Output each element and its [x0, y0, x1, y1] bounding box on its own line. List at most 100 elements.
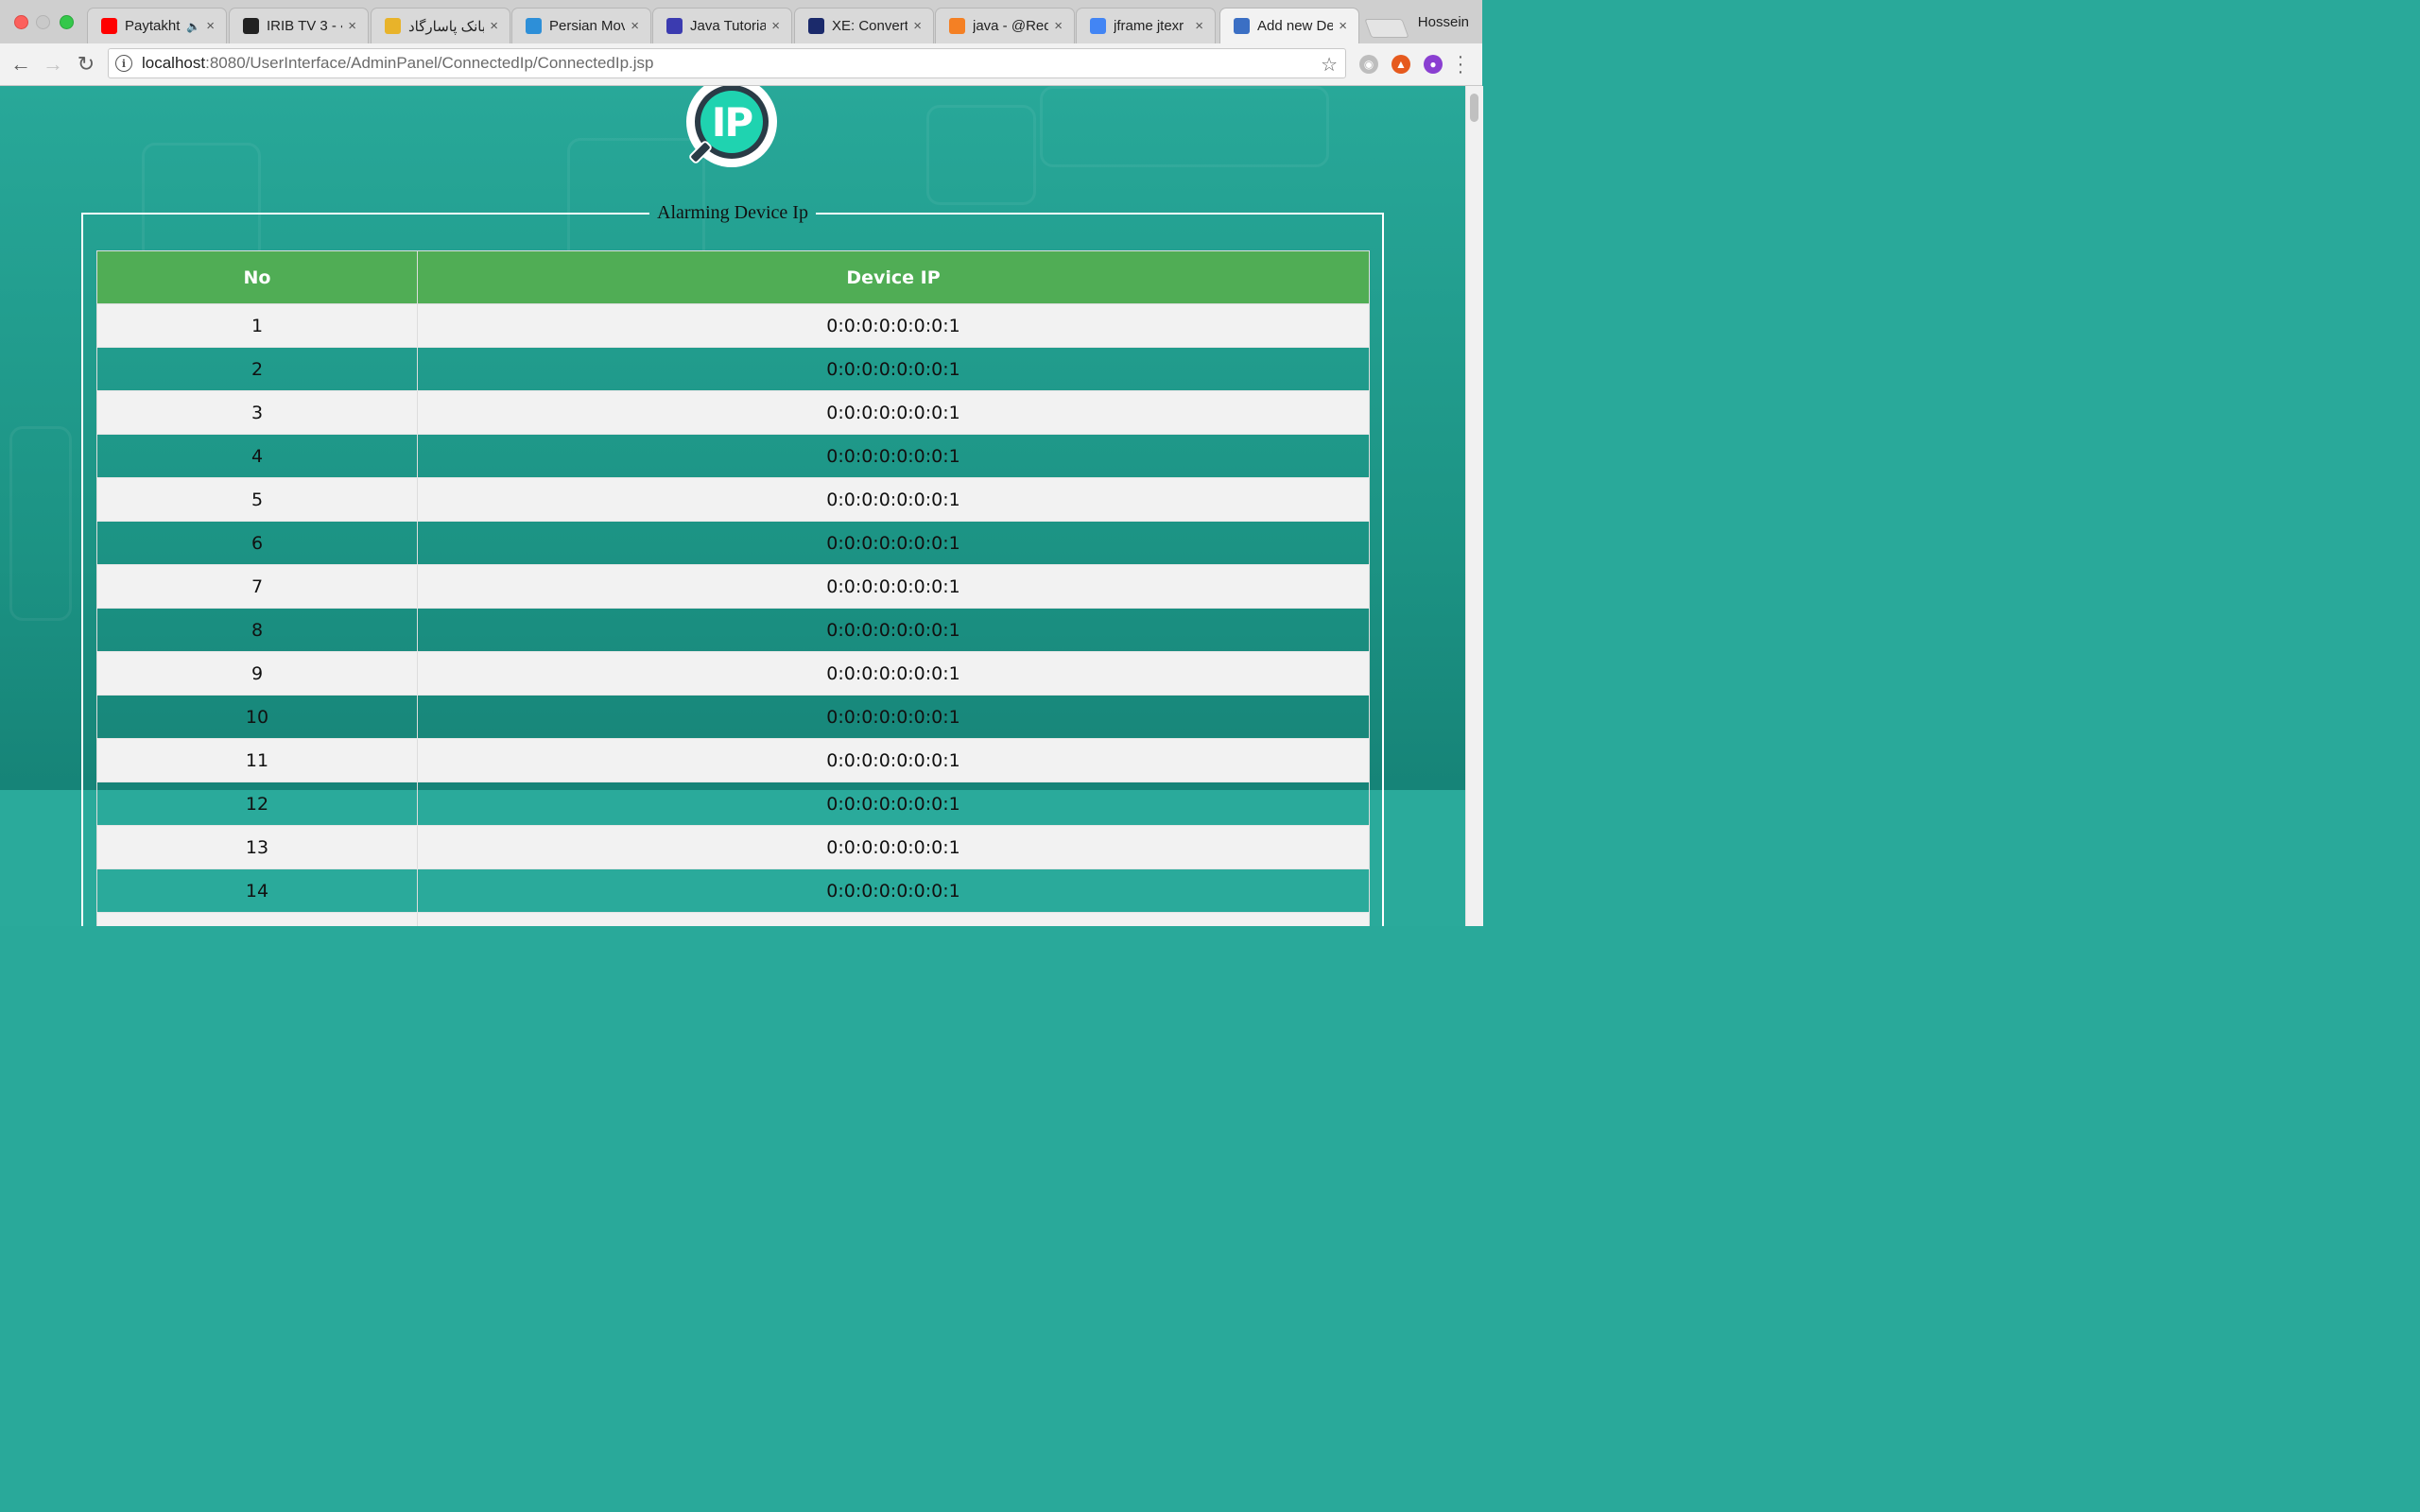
window-minimize-button[interactable]	[36, 15, 50, 29]
column-header-device-ip: Device IP	[417, 250, 1370, 304]
device-ip-cell: 0:0:0:0:0:0:0:1	[417, 651, 1370, 696]
device-ip-cell: 0:0:0:0:0:0:0:1	[417, 390, 1370, 435]
device-ip-cell: 0:0:0:0:0:0:0:1	[417, 564, 1370, 609]
browser-tab[interactable]: jframe jtexr ×	[1076, 8, 1216, 43]
jt-icon	[666, 18, 683, 34]
close-tab-icon[interactable]: ×	[771, 18, 780, 34]
close-tab-icon[interactable]: ×	[348, 18, 356, 34]
close-tab-icon[interactable]: ×	[913, 18, 922, 34]
ip-logo: IP	[686, 86, 777, 167]
table-row: 1 0:0:0:0:0:0:0:1	[96, 303, 1370, 348]
background-pattern	[9, 426, 72, 621]
table-row: 14 0:0:0:0:0:0:0:1	[96, 868, 1370, 913]
window-close-button[interactable]	[14, 15, 28, 29]
play-icon	[243, 18, 259, 34]
browser-tab[interactable]: IRIB TV 3 - « ×	[229, 8, 369, 43]
tab-title: XE: Convert	[832, 18, 908, 34]
table-row: 9 0:0:0:0:0:0:0:1	[96, 651, 1370, 696]
tab-title: Java Tutoria	[690, 18, 767, 34]
tab-title: Persian Mov	[549, 18, 626, 34]
row-number-cell: 8	[96, 608, 418, 652]
close-tab-icon[interactable]: ×	[631, 18, 639, 34]
fire-extension-icon[interactable]: ▲	[1392, 55, 1410, 74]
table-row: 10 0:0:0:0:0:0:0:1	[96, 695, 1370, 739]
browser-tab[interactable]: Add new De ×	[1219, 8, 1359, 43]
bookmark-star-icon[interactable]: ☆	[1321, 53, 1338, 77]
url-text[interactable]: localhost:8080/UserInterface/AdminPanel/…	[142, 54, 654, 73]
table-row: 11 0:0:0:0:0:0:0:1	[96, 738, 1370, 782]
row-number-cell: 2	[96, 347, 418, 391]
window-zoom-button[interactable]	[60, 15, 74, 29]
browser-tab[interactable]: Paytakht 🔈 ×	[87, 8, 227, 43]
table-row: 3 0:0:0:0:0:0:0:1	[96, 390, 1370, 435]
forward-arrow-icon[interactable]: →	[42, 52, 64, 76]
row-number-cell: 13	[96, 825, 418, 869]
table-row: 12 0:0:0:0:0:0:0:1	[96, 782, 1370, 826]
tab-title: java - @Req	[973, 18, 1049, 34]
tab-title: IRIB TV 3 - «	[267, 18, 343, 34]
browser-tab[interactable]: Java Tutoria ×	[652, 8, 792, 43]
device-ip-cell: 0:0:0:0:0:0:0:1	[417, 608, 1370, 652]
table-header-row: No Device IP	[96, 250, 1370, 304]
table-row: 2 0:0:0:0:0:0:0:1	[96, 347, 1370, 391]
profile-name[interactable]: Hossein	[1418, 14, 1469, 30]
row-number-cell: 12	[96, 782, 418, 826]
close-tab-icon[interactable]: ×	[1339, 18, 1347, 34]
device-ip-cell: 0:0:0:0:0:0:0:1	[417, 477, 1370, 522]
close-tab-icon[interactable]: ×	[206, 18, 215, 34]
device-ip-cell: 0:0:0:0:0:0:0:1	[417, 782, 1370, 826]
tab-title: jframe jtexr	[1114, 18, 1184, 34]
tab-title: Add new De	[1257, 18, 1334, 34]
device-ip-cell: 0:0:0:0:0:0:0:1	[417, 825, 1370, 869]
back-arrow-icon[interactable]: ←	[9, 52, 32, 76]
row-number-cell: 14	[96, 868, 418, 913]
browser-tab[interactable]: XE: Convert ×	[794, 8, 934, 43]
row-number-cell: 7	[96, 564, 418, 609]
table-row: 8 0:0:0:0:0:0:0:1	[96, 608, 1370, 652]
browser-tab[interactable]: java - @Req ×	[935, 8, 1075, 43]
xe-icon	[808, 18, 824, 34]
user-icon	[1234, 18, 1250, 34]
browser-tab[interactable]: بانک پاسارگاد ::×	[371, 8, 510, 43]
table-row: 4 0:0:0:0:0:0:0:1	[96, 434, 1370, 478]
scrollbar-thumb[interactable]	[1470, 94, 1478, 122]
address-bar[interactable]: i localhost:8080/UserInterface/AdminPane…	[108, 48, 1346, 78]
section-title: Alarming Device Ip	[657, 202, 808, 223]
device-ip-cell: 0:0:0:0:0:0:0:1	[417, 434, 1370, 478]
row-number-cell: 11	[96, 738, 418, 782]
tab-strip: Paytakht🔈×IRIB TV 3 - «×بانک پاسارگاد ::…	[0, 0, 1482, 43]
close-tab-icon[interactable]: ×	[1054, 18, 1063, 34]
table-row: 5 0:0:0:0:0:0:0:1	[96, 477, 1370, 522]
table-row: 7 0:0:0:0:0:0:0:1	[96, 564, 1370, 609]
background-pattern	[926, 105, 1036, 205]
reload-icon[interactable]: ↻	[75, 52, 97, 76]
vpn-extension-icon[interactable]: ●	[1424, 55, 1443, 74]
browser-toolbar: ← → ↻ i localhost:8080/UserInterface/Adm…	[0, 43, 1482, 86]
youtube-icon	[101, 18, 117, 34]
bird-icon	[526, 18, 542, 34]
device-ip-cell: 0:0:0:0:0:0:0:1	[417, 738, 1370, 782]
row-number-cell: 5	[96, 477, 418, 522]
page-scrollbar[interactable]	[1465, 86, 1483, 926]
new-tab-button[interactable]	[1364, 19, 1409, 38]
browser-tab[interactable]: Persian Mov ×	[511, 8, 651, 43]
site-info-icon[interactable]: i	[115, 55, 132, 72]
google-icon	[1090, 18, 1106, 34]
row-number-cell: 3	[96, 390, 418, 435]
row-number-cell: 15	[96, 912, 418, 926]
table-row: 13 0:0:0:0:0:0:0:1	[96, 825, 1370, 869]
row-number-cell: 4	[96, 434, 418, 478]
background-pattern	[1040, 86, 1329, 167]
page-content: IP Alarming Device Ip No Device IP 1 0:0:…	[0, 86, 1465, 926]
row-number-cell: 6	[96, 521, 418, 565]
device-ip-cell: 0:0:0:0:0:0:0:1	[417, 868, 1370, 913]
globe-extension-icon[interactable]: ◉	[1359, 55, 1378, 74]
speaker-muted-icon[interactable]: 🔈	[186, 20, 200, 33]
close-tab-icon[interactable]: ×	[1195, 18, 1203, 34]
tab-title: بانک پاسارگاد ::	[408, 18, 485, 35]
close-tab-icon[interactable]: ×	[490, 18, 498, 34]
device-ip-cell: 0:0:0:0:0:0:0:1	[417, 303, 1370, 348]
url-path: :8080/UserInterface/AdminPanel/Connected…	[205, 54, 654, 72]
device-ip-cell: 0:0:0:0:0:0:0:1	[417, 695, 1370, 739]
browser-menu-icon[interactable]: · · ·	[1454, 47, 1467, 81]
